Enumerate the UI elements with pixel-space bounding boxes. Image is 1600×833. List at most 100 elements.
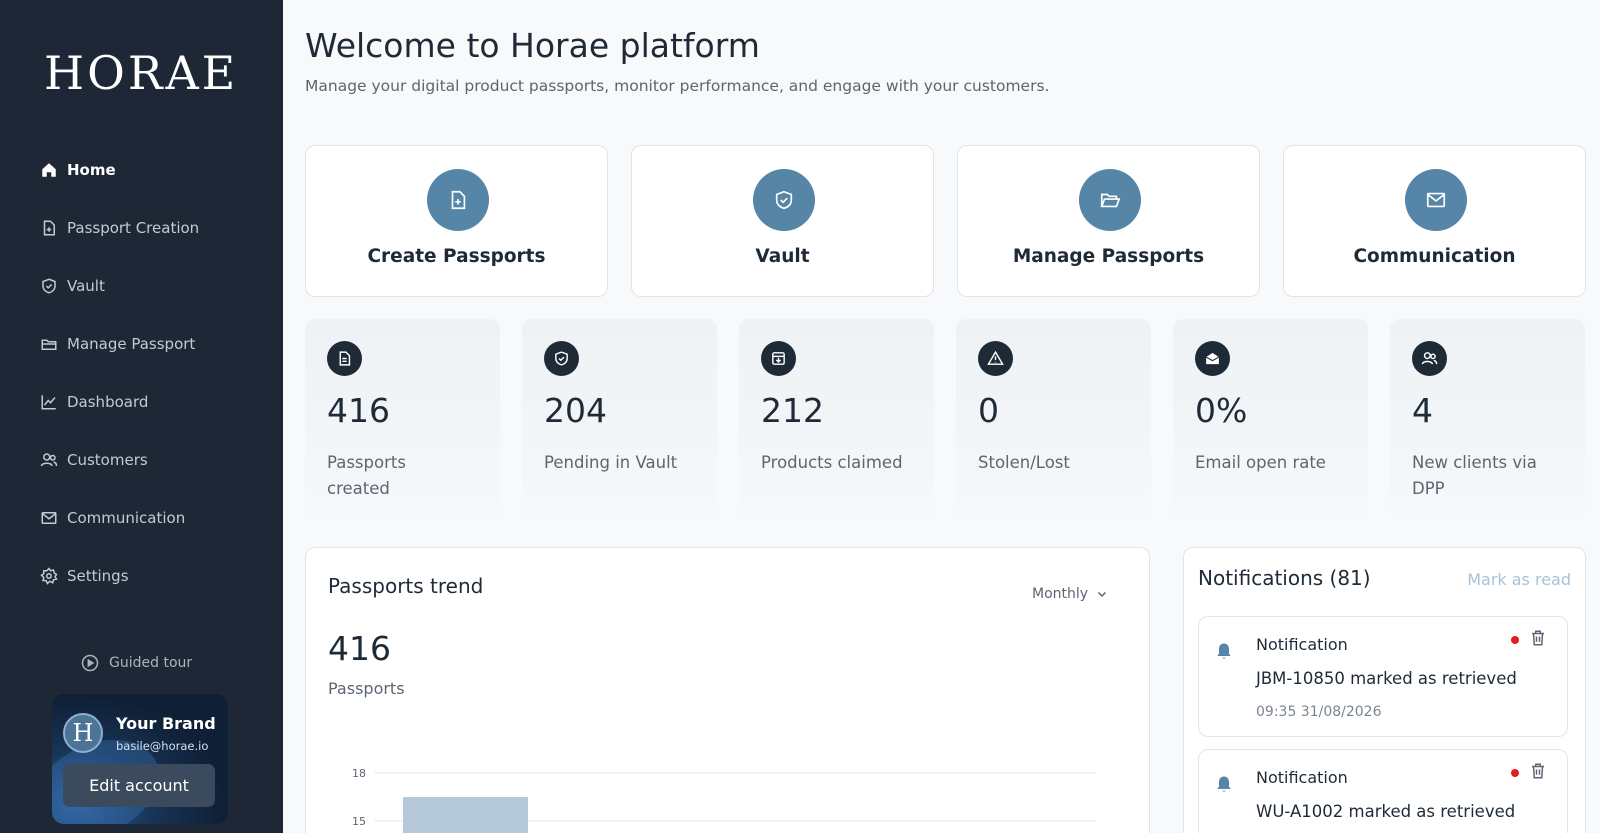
account-email: basile@horae.io bbox=[116, 739, 209, 753]
stat-icon-circle bbox=[1195, 341, 1230, 376]
sidebar-item-communication[interactable]: Communication bbox=[40, 506, 185, 530]
action-label: Communication bbox=[1353, 246, 1516, 267]
stat-label: Passports created bbox=[327, 453, 406, 498]
sidebar-item-label: Manage Passport bbox=[67, 335, 196, 353]
chart-line-icon bbox=[41, 395, 56, 410]
action-label: Create Passports bbox=[367, 246, 546, 267]
notification-item[interactable]: Notification WU-A1002 marked as retrieve… bbox=[1198, 749, 1568, 833]
manage-passports-card[interactable]: Manage Passports bbox=[957, 145, 1260, 297]
bell-icon bbox=[1217, 776, 1231, 792]
chart-bar[interactable] bbox=[403, 797, 528, 833]
sidebar-item-label: Dashboard bbox=[67, 393, 149, 411]
sidebar-item-vault[interactable]: Vault bbox=[40, 274, 105, 298]
shield-icon bbox=[555, 351, 568, 366]
sidebar-item-dashboard[interactable]: Dashboard bbox=[40, 390, 148, 414]
users-icon bbox=[40, 453, 58, 467]
action-label: Vault bbox=[755, 246, 810, 267]
sidebar: HORAE Home Passport Creation Vault Manag… bbox=[0, 0, 283, 833]
stat-pending-vault: 204 Pending in Vault bbox=[522, 319, 717, 519]
folder-open-icon bbox=[1100, 193, 1121, 208]
sidebar-item-customers[interactable]: Customers bbox=[40, 448, 148, 472]
document-icon bbox=[339, 351, 351, 366]
notification-message: JBM-10850 marked as retrieved bbox=[1256, 669, 1517, 688]
account-card: H Your Brand basile@horae.io Edit accoun… bbox=[52, 694, 228, 824]
trash-icon[interactable] bbox=[1529, 629, 1547, 647]
warning-icon bbox=[987, 350, 1004, 365]
shield-icon bbox=[42, 278, 56, 294]
shield-icon bbox=[775, 190, 793, 210]
notifications-title: Notifications (81) bbox=[1198, 566, 1371, 590]
chart-y-tick-label: 18 bbox=[352, 767, 366, 780]
edit-account-button[interactable]: Edit account bbox=[63, 764, 215, 807]
communication-card[interactable]: Communication bbox=[1283, 145, 1586, 297]
unread-dot bbox=[1511, 636, 1519, 644]
action-icon-circle bbox=[1079, 169, 1141, 231]
stat-label: Products claimed bbox=[761, 453, 903, 472]
stat-email-open-rate: 0% Email open rate bbox=[1173, 319, 1368, 519]
notification-time: 09:35 31/08/2026 bbox=[1256, 704, 1382, 720]
stat-value: 0% bbox=[1195, 391, 1248, 430]
trash-icon[interactable] bbox=[1529, 762, 1547, 780]
stat-value: 416 bbox=[327, 391, 390, 430]
horae-logo[interactable]: HORAE bbox=[44, 46, 238, 100]
sidebar-item-label: Communication bbox=[67, 509, 186, 527]
sidebar-item-label: Settings bbox=[67, 567, 129, 585]
trend-title: Passports trend bbox=[328, 574, 484, 598]
stat-passports-created: 416 Passports created bbox=[305, 319, 500, 519]
mail-icon bbox=[1426, 192, 1446, 208]
stat-icon-circle bbox=[327, 341, 362, 376]
stat-label: Email open rate bbox=[1195, 453, 1326, 472]
action-icon-circle bbox=[427, 169, 489, 231]
avatar[interactable]: H bbox=[63, 713, 103, 753]
mail-icon bbox=[41, 512, 57, 524]
notification-heading: Notification bbox=[1256, 768, 1348, 787]
chart-y-tick-label: 15 bbox=[352, 815, 366, 828]
file-plus-icon bbox=[451, 190, 466, 210]
page-title: Welcome to Horae platform bbox=[305, 26, 760, 65]
action-icon-circle bbox=[1405, 169, 1467, 231]
stat-icon-circle bbox=[1412, 341, 1447, 376]
file-plus-icon bbox=[43, 220, 55, 236]
stat-products-claimed: 212 Products claimed bbox=[739, 319, 934, 519]
stat-icon-circle bbox=[544, 341, 579, 376]
notification-item[interactable]: Notification JBM-10850 marked as retriev… bbox=[1198, 616, 1568, 737]
stat-label: New clients via DPP bbox=[1412, 453, 1537, 498]
sidebar-item-label: Home bbox=[67, 161, 116, 179]
stat-value: 0 bbox=[978, 391, 999, 430]
stat-label: Pending in Vault bbox=[544, 453, 678, 472]
mark-as-read-link[interactable]: Mark as read bbox=[1467, 570, 1571, 589]
bell-icon bbox=[1217, 643, 1231, 659]
stat-value: 212 bbox=[761, 391, 824, 430]
guided-tour-link[interactable]: Guided tour bbox=[80, 653, 192, 673]
folder-icon bbox=[41, 339, 57, 350]
gear-icon bbox=[40, 567, 58, 585]
stat-icon-circle bbox=[978, 341, 1013, 376]
trend-total: 416 bbox=[328, 629, 391, 668]
archive-icon bbox=[772, 352, 785, 365]
stat-stolen-lost: 0 Stolen/Lost bbox=[956, 319, 1151, 519]
period-label: Monthly bbox=[1032, 586, 1089, 602]
passports-trend-panel: 18 15 Passports trend Monthly 416 Passpor… bbox=[305, 547, 1150, 833]
users-icon bbox=[1421, 352, 1438, 365]
mail-open-icon bbox=[1205, 352, 1220, 365]
sidebar-item-label: Passport Creation bbox=[67, 219, 200, 237]
chevron-down-icon bbox=[1098, 591, 1107, 598]
create-passports-card[interactable]: Create Passports bbox=[305, 145, 608, 297]
sidebar-item-home[interactable]: Home bbox=[40, 158, 116, 182]
action-icon-circle bbox=[753, 169, 815, 231]
sidebar-item-manage-passport[interactable]: Manage Passport bbox=[40, 332, 195, 356]
stat-value: 204 bbox=[544, 391, 607, 430]
period-select[interactable]: Monthly bbox=[1032, 586, 1108, 602]
sidebar-item-settings[interactable]: Settings bbox=[40, 564, 129, 588]
account-name: Your Brand bbox=[116, 714, 216, 733]
notification-heading: Notification bbox=[1256, 635, 1348, 654]
notifications-panel: Notifications (81) Mark as read Notifica… bbox=[1183, 547, 1586, 833]
vault-card[interactable]: Vault bbox=[631, 145, 934, 297]
notification-message: WU-A1002 marked as retrieved bbox=[1256, 802, 1516, 821]
sidebar-item-label: Customers bbox=[67, 451, 148, 469]
unread-dot bbox=[1511, 769, 1519, 777]
sidebar-item-passport-creation[interactable]: Passport Creation bbox=[40, 216, 199, 240]
stat-icon-circle bbox=[761, 341, 796, 376]
stat-value: 4 bbox=[1412, 391, 1433, 430]
stat-new-clients: 4 New clients via DPP bbox=[1390, 319, 1585, 519]
